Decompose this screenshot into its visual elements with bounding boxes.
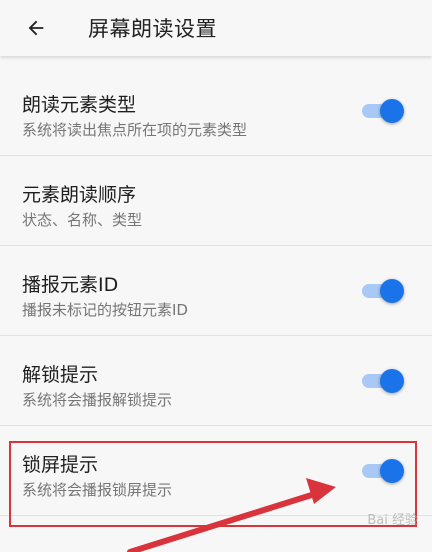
page-title: 屏幕朗读设置 — [88, 17, 217, 41]
arrow-left-icon — [28, 20, 44, 36]
toggle-thumb — [380, 279, 404, 303]
unlock-hint-toggle[interactable] — [362, 369, 404, 393]
setting-row-lock-hint[interactable]: 锁屏提示 系统将会播报锁屏提示 — [0, 426, 432, 516]
setting-row-reading-order[interactable]: 元素朗读顺序 状态、名称、类型 — [0, 156, 432, 246]
toggle-thumb — [380, 459, 404, 483]
setting-subtitle: 系统将会播报锁屏提示 — [22, 481, 173, 499]
element-type-toggle[interactable] — [362, 99, 404, 123]
setting-row-element-type[interactable]: 朗读元素类型 系统将读出焦点所在项的元素类型 — [0, 66, 432, 156]
setting-row-unlock-hint[interactable]: 解锁提示 系统将会播报解锁提示 — [0, 336, 432, 426]
setting-title: 锁屏提示 — [22, 454, 99, 476]
setting-title: 朗读元素类型 — [22, 94, 137, 116]
setting-subtitle: 系统将读出焦点所在项的元素类型 — [22, 121, 248, 139]
setting-title: 播报元素ID — [22, 274, 119, 296]
setting-subtitle: 状态、名称、类型 — [22, 211, 143, 229]
setting-row-element-id[interactable]: 播报元素ID 播报未标记的按钮元素ID — [0, 246, 432, 336]
setting-title: 元素朗读顺序 — [22, 184, 137, 206]
lock-hint-toggle[interactable] — [362, 459, 404, 483]
back-button[interactable] — [12, 4, 60, 52]
watermark: Bai 经验 — [367, 513, 418, 528]
setting-subtitle: 播报未标记的按钮元素ID — [22, 301, 188, 319]
toggle-thumb — [380, 369, 404, 393]
setting-title: 解锁提示 — [22, 364, 99, 386]
toggle-thumb — [380, 99, 404, 123]
setting-subtitle: 系统将会播报解锁提示 — [22, 391, 173, 409]
element-id-toggle[interactable] — [362, 279, 404, 303]
app-bar: 屏幕朗读设置 — [0, 0, 432, 56]
settings-list: 朗读元素类型 系统将读出焦点所在项的元素类型 元素朗读顺序 状态、名称、类型 播… — [0, 66, 432, 516]
